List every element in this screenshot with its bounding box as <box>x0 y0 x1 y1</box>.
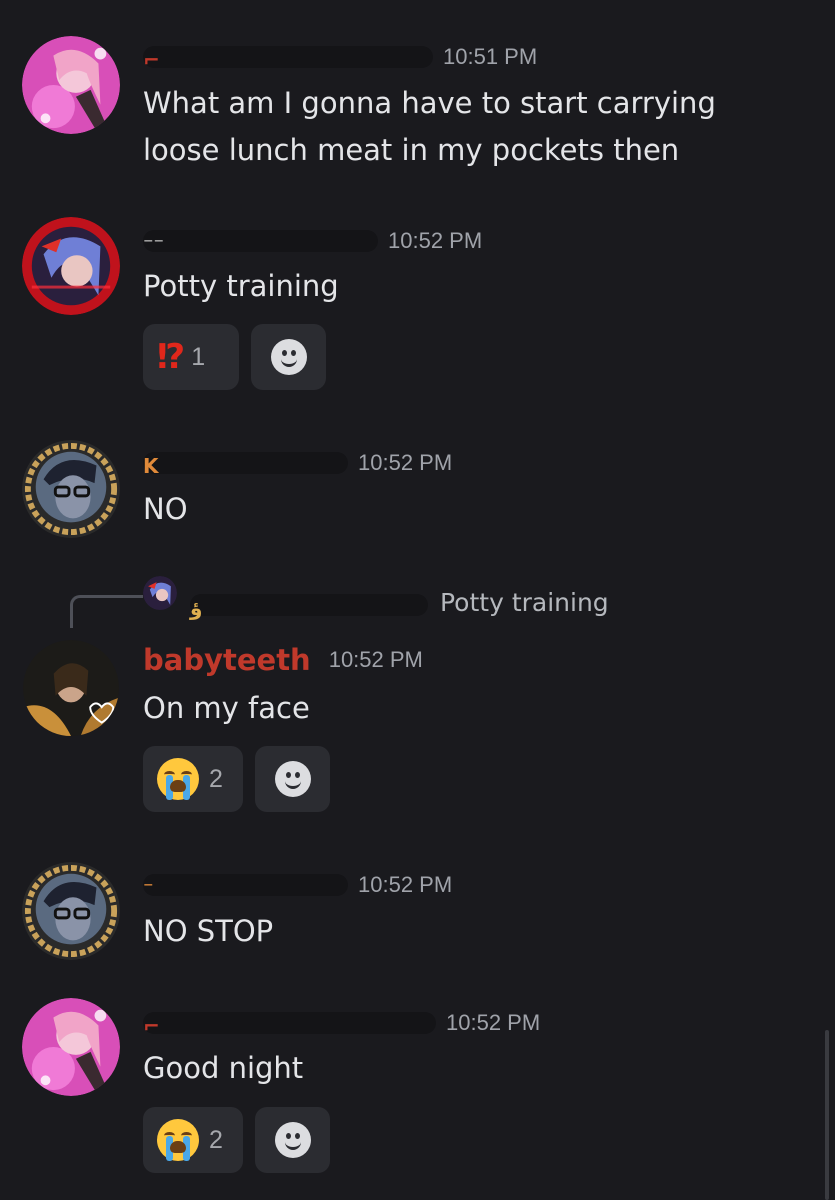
avatar[interactable] <box>22 36 120 134</box>
redacted-username: ⁻ <box>143 874 348 900</box>
message-header: ⌐ 10:52 PM <box>143 1006 540 1040</box>
redacted-username: ⁻⁻ <box>143 230 378 256</box>
reactions-bar: 2 <box>143 1107 330 1173</box>
timestamp: 10:52 PM <box>358 450 453 475</box>
message-header: K 10:52 PM <box>143 446 452 480</box>
scrollbar[interactable] <box>825 1030 829 1200</box>
add-reaction-button[interactable] <box>251 324 326 390</box>
message-header: ⁻ 10:52 PM <box>143 868 452 902</box>
sob-emoji-icon <box>157 758 199 800</box>
timestamp: 10:52 PM <box>388 228 483 253</box>
reaction-count: 2 <box>209 1125 223 1154</box>
avatar[interactable] <box>22 862 120 960</box>
reply-connector <box>70 595 143 628</box>
timestamp: 10:52 PM <box>358 872 453 897</box>
redacted-username: ⌐ <box>143 46 433 72</box>
add-reaction-button[interactable] <box>255 1107 330 1173</box>
redacted-username: K <box>143 452 348 478</box>
message-text: NO <box>143 492 188 526</box>
message-text: Potty training <box>143 269 339 303</box>
reply-preview-text[interactable]: Potty training <box>440 588 609 617</box>
chat-message-list: ⌐ 10:51 PM What am I gonna have to start… <box>0 0 835 1200</box>
avatar[interactable] <box>22 217 120 315</box>
redacted-reply-username: ؤ <box>190 594 428 620</box>
reply-avatar[interactable] <box>143 576 177 610</box>
smiley-face-icon <box>270 339 307 375</box>
interrobang-emoji-icon: ⁉ <box>157 337 185 377</box>
avatar[interactable] <box>23 640 119 736</box>
avatar[interactable] <box>22 998 120 1096</box>
timestamp: 10:52 PM <box>446 1010 541 1035</box>
redacted-username: ⌐ <box>143 1012 436 1038</box>
smiley-face-icon <box>274 761 311 797</box>
message-text: Good night <box>143 1051 304 1085</box>
reaction-count: 1 <box>191 342 206 371</box>
reactions-bar: ⁉ 1 <box>143 324 326 390</box>
reaction-sob[interactable]: 2 <box>143 746 243 812</box>
add-reaction-button[interactable] <box>255 746 330 812</box>
timestamp: 10:52 PM <box>328 647 423 672</box>
avatar[interactable] <box>22 440 120 538</box>
message-header: babyteeth 10:52 PM <box>143 643 423 677</box>
username[interactable]: babyteeth <box>143 643 311 677</box>
message-text: On my face <box>143 691 310 725</box>
message-text: NO STOP <box>143 914 274 948</box>
message-header: ⌐ 10:51 PM <box>143 40 537 74</box>
sob-emoji-icon <box>157 1119 199 1161</box>
reaction-count: 2 <box>209 764 223 793</box>
smiley-face-icon <box>274 1122 311 1158</box>
message-text: What am I gonna have to start carrying l… <box>143 86 716 167</box>
reaction-interrobang[interactable]: ⁉ 1 <box>143 324 239 390</box>
message-header: ⁻⁻ 10:52 PM <box>143 224 482 258</box>
reactions-bar: 2 <box>143 746 330 812</box>
reaction-sob[interactable]: 2 <box>143 1107 243 1173</box>
timestamp: 10:51 PM <box>443 44 538 69</box>
